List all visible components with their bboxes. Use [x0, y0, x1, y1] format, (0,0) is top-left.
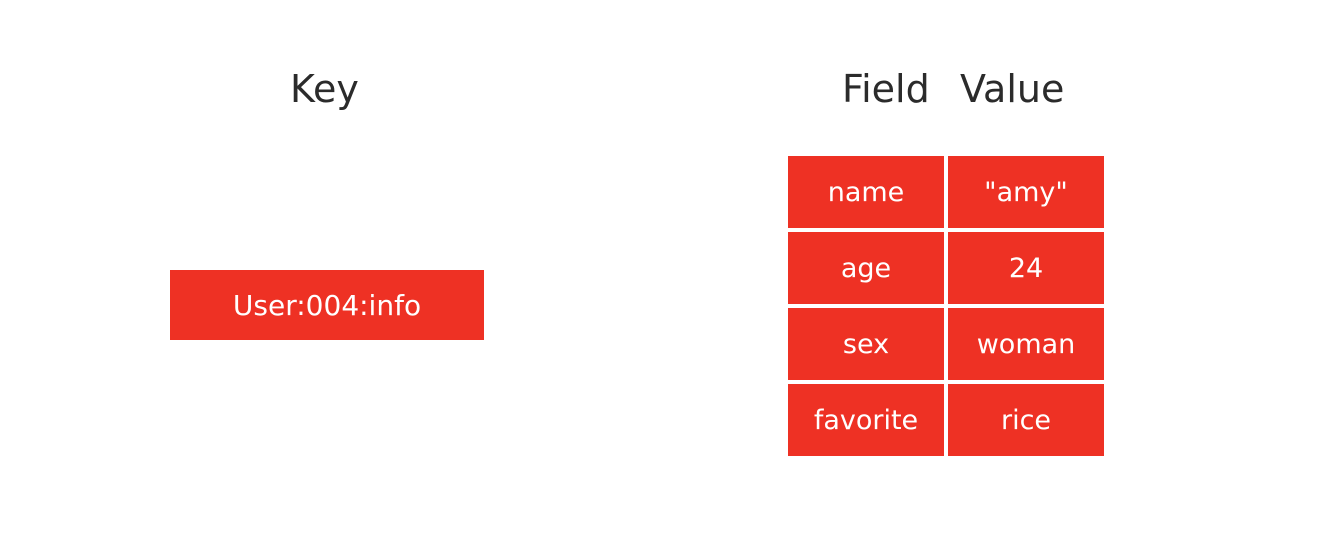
key-box: User:004:info — [170, 270, 484, 340]
field-cell-name: name — [788, 156, 944, 228]
field-cell-favorite: favorite — [788, 384, 944, 456]
value-heading: Value — [960, 67, 1065, 111]
value-cell-favorite: rice — [948, 384, 1104, 456]
field-cell-age: age — [788, 232, 944, 304]
value-cell-age: 24 — [948, 232, 1104, 304]
field-heading: Field — [842, 67, 930, 111]
value-cell-name: "amy" — [948, 156, 1104, 228]
field-cell-sex: sex — [788, 308, 944, 380]
hash-table: name "amy" age 24 sex woman favorite ric… — [788, 156, 1104, 456]
key-heading: Key — [290, 67, 359, 111]
value-cell-sex: woman — [948, 308, 1104, 380]
key-label: User:004:info — [232, 288, 422, 322]
